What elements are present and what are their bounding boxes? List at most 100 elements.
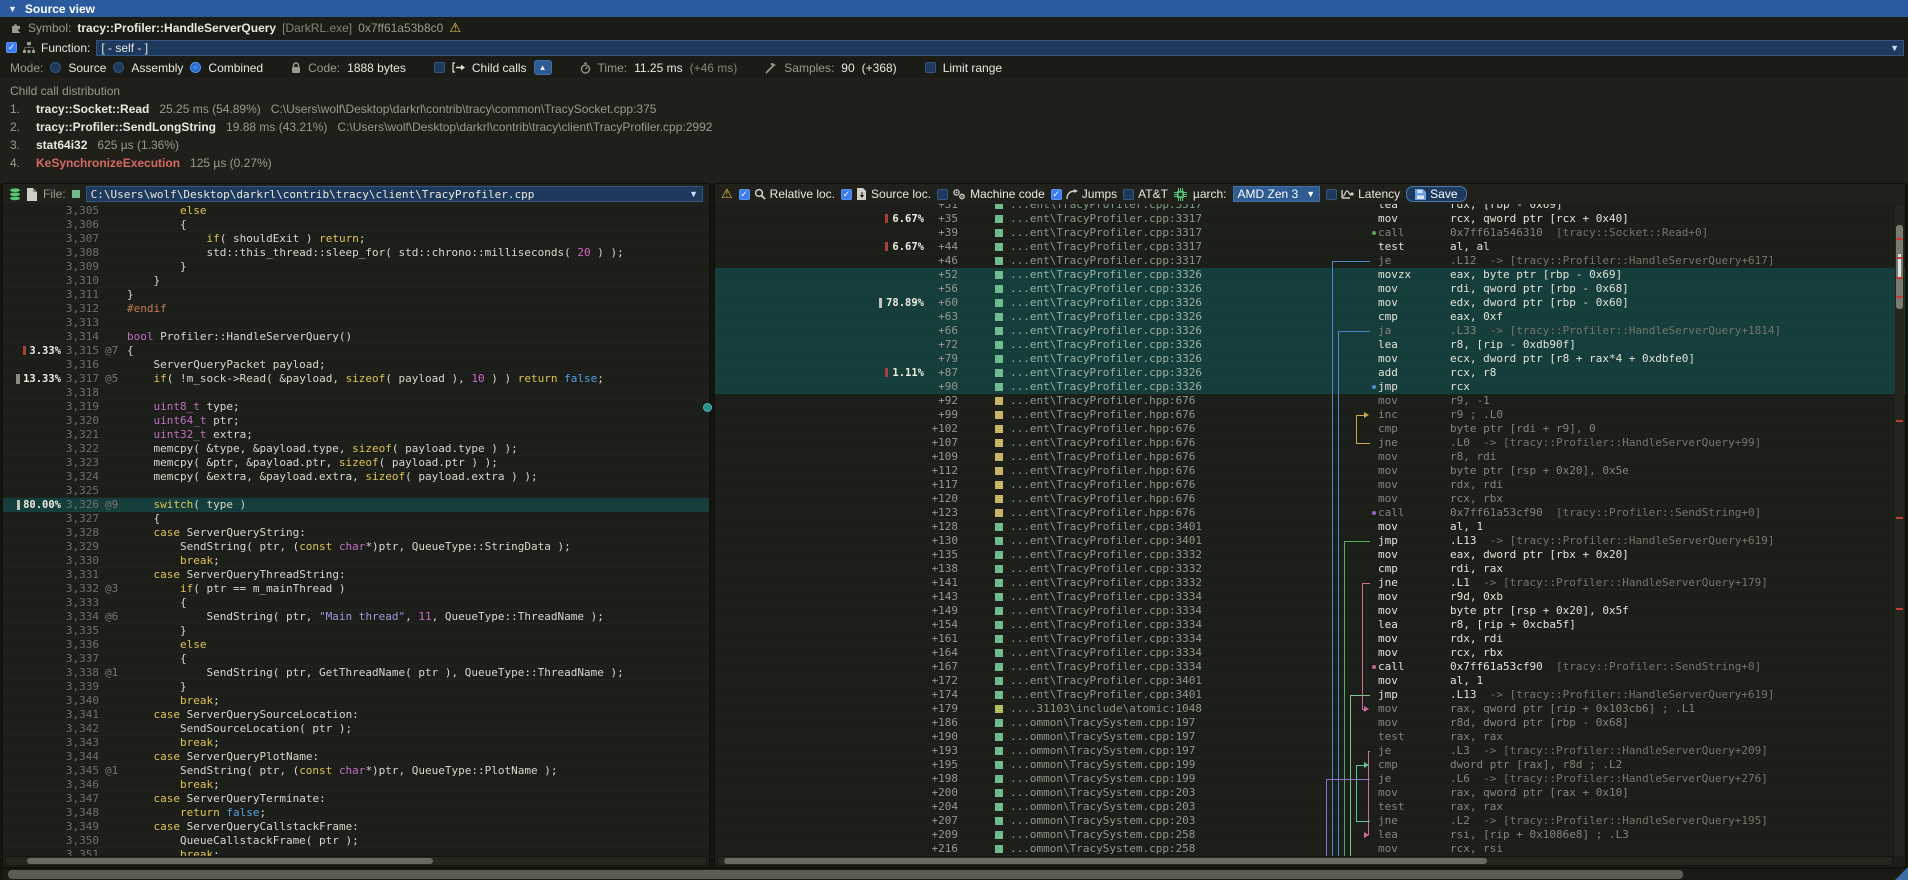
asm-source-location[interactable]: ....31103\include\atomic:1048: [1010, 702, 1240, 716]
source-line[interactable]: 3,341 case ServerQuerySourceLocation:: [3, 708, 709, 722]
source-line[interactable]: 3,323 memcpy( &ptr, &payload.ptr, sizeof…: [3, 456, 709, 470]
radio-source-label[interactable]: Source: [68, 61, 106, 75]
asm-source-location[interactable]: ...ent\TracyProfiler.cpp:3401: [1010, 534, 1240, 548]
asm-instruction-row[interactable]: +107...ent\TracyProfiler.hpp:676jne.L0 -…: [715, 436, 1905, 450]
source-line[interactable]: 3,310 }: [3, 274, 709, 288]
asm-source-location[interactable]: ...ommon\TracySystem.cpp:197: [1010, 716, 1240, 730]
asm-instruction-row[interactable]: +190...ommon\TracySystem.cpp:197testrax,…: [715, 730, 1905, 744]
child-calls-checkbox[interactable]: [434, 62, 445, 73]
asm-instruction-row[interactable]: +92...ent\TracyProfiler.hpp:676movr9, -1: [715, 394, 1905, 408]
asm-instruction-row[interactable]: +128...ent\TracyProfiler.cpp:3401moval, …: [715, 520, 1905, 534]
source-line[interactable]: 80.00%3,326@9 switch( type ): [3, 498, 709, 512]
window-resize-grip[interactable]: [1895, 867, 1908, 880]
toggle-source-loc[interactable]: ✓ Source loc.: [841, 187, 931, 201]
assembly-hscrollbar[interactable]: [717, 856, 1893, 866]
source-line[interactable]: 3,325: [3, 484, 709, 498]
source-line[interactable]: 3,320 uint64_t ptr;: [3, 414, 709, 428]
asm-instruction-row[interactable]: +164...ent\TracyProfiler.cpp:3334movrcx,…: [715, 646, 1905, 660]
asm-instruction-row[interactable]: +102...ent\TracyProfiler.hpp:676cmpbyte …: [715, 422, 1905, 436]
source-line[interactable]: 3,321 uint32_t extra;: [3, 428, 709, 442]
source-line[interactable]: 3,345@1 SendString( ptr, (const char*)pt…: [3, 764, 709, 778]
source-line[interactable]: 3,333 {: [3, 596, 709, 610]
source-line[interactable]: 3,332@3 if( ptr == m_mainThread ): [3, 582, 709, 596]
asm-instruction-row[interactable]: 1.11%+87...ent\TracyProfiler.cpp:3326add…: [715, 366, 1905, 380]
child-calls-up-button[interactable]: ▲: [534, 60, 552, 75]
source-line[interactable]: 3,313: [3, 316, 709, 330]
asm-source-location[interactable]: ...ent\TracyProfiler.cpp:3326: [1010, 310, 1240, 324]
asm-source-location[interactable]: ...ent\TracyProfiler.cpp:3326: [1010, 296, 1240, 310]
asm-source-location[interactable]: ...ent\TracyProfiler.cpp:3317: [1010, 204, 1240, 212]
source-line[interactable]: 3,349 case ServerQueryCallstackFrame:: [3, 820, 709, 834]
source-hscrollbar[interactable]: [5, 856, 707, 866]
source-line[interactable]: 3,346 break;: [3, 778, 709, 792]
asm-source-location[interactable]: ...ent\TracyProfiler.cpp:3326: [1010, 380, 1240, 394]
asm-source-location[interactable]: ...ent\TracyProfiler.cpp:3317: [1010, 254, 1240, 268]
asm-source-location[interactable]: ...ommon\TracySystem.cpp:203: [1010, 786, 1240, 800]
source-line[interactable]: 3,331 case ServerQueryThreadString:: [3, 568, 709, 582]
asm-source-location[interactable]: ...ent\TracyProfiler.hpp:676: [1010, 450, 1240, 464]
source-line[interactable]: 3,329 SendString( ptr, (const char*)ptr,…: [3, 540, 709, 554]
pane-splitter-handle[interactable]: [703, 403, 712, 412]
source-line[interactable]: 3,307 if( shouldExit ) return;: [3, 232, 709, 246]
asm-source-location[interactable]: ...ent\TracyProfiler.cpp:3326: [1010, 324, 1240, 338]
source-line[interactable]: 3,305 else: [3, 204, 709, 218]
radio-assembly[interactable]: [113, 62, 124, 73]
asm-source-location[interactable]: ...ommon\TracySystem.cpp:199: [1010, 772, 1240, 786]
save-button[interactable]: Save: [1406, 186, 1466, 202]
asm-instruction-row[interactable]: +216...ommon\TracySystem.cpp:258movrcx, …: [715, 842, 1905, 856]
asm-source-location[interactable]: ...ent\TracyProfiler.cpp:3326: [1010, 366, 1240, 380]
chevron-down-icon[interactable]: ▼: [1884, 43, 1899, 53]
asm-source-location[interactable]: ...ent\TracyProfiler.cpp:3334: [1010, 660, 1240, 674]
function-checkbox[interactable]: ✓: [6, 42, 17, 53]
asm-source-location[interactable]: ...ent\TracyProfiler.cpp:3326: [1010, 268, 1240, 282]
source-line[interactable]: 3,338@1 SendString( ptr, GetThreadName( …: [3, 666, 709, 680]
source-line[interactable]: 3,328 case ServerQueryString:: [3, 526, 709, 540]
asm-source-location[interactable]: ...ent\TracyProfiler.cpp:3326: [1010, 338, 1240, 352]
source-line[interactable]: 3,312#endif: [3, 302, 709, 316]
asm-instruction-row[interactable]: +154...ent\TracyProfiler.cpp:3334lear8, …: [715, 618, 1905, 632]
asm-source-location[interactable]: ...ent\TracyProfiler.cpp:3401: [1010, 688, 1240, 702]
asm-instruction-row[interactable]: +200...ommon\TracySystem.cpp:203movrax, …: [715, 786, 1905, 800]
asm-instruction-row[interactable]: +161...ent\TracyProfiler.cpp:3334movrdx,…: [715, 632, 1905, 646]
asm-instruction-row[interactable]: +63...ent\TracyProfiler.cpp:3326cmpeax, …: [715, 310, 1905, 324]
asm-source-location[interactable]: ...ommon\TracySystem.cpp:203: [1010, 814, 1240, 828]
asm-instruction-row[interactable]: +179....31103\include\atomic:1048movrax,…: [715, 702, 1905, 716]
limit-range-checkbox[interactable]: [925, 62, 936, 73]
asm-instruction-row[interactable]: +112...ent\TracyProfiler.hpp:676movbyte …: [715, 464, 1905, 478]
asm-instruction-row[interactable]: +130...ent\TracyProfiler.cpp:3401jmp.L13…: [715, 534, 1905, 548]
asm-instruction-row[interactable]: 6.67%+44...ent\TracyProfiler.cpp:3317tes…: [715, 240, 1905, 254]
source-code-view[interactable]: 3,305 else3,306 {3,307 if( shouldExit ) …: [3, 204, 709, 858]
asm-source-location[interactable]: ...ent\TracyProfiler.hpp:676: [1010, 408, 1240, 422]
source-line[interactable]: 3,308 std::this_thread::sleep_for( std::…: [3, 246, 709, 260]
asm-instruction-row[interactable]: +109...ent\TracyProfiler.hpp:676movr8, r…: [715, 450, 1905, 464]
asm-instruction-row[interactable]: +167...ent\TracyProfiler.cpp:3334call0x7…: [715, 660, 1905, 674]
child-calls-label[interactable]: Child calls: [472, 61, 527, 75]
assembly-view[interactable]: +31...ent\TracyProfiler.cpp:3317leardx, …: [715, 204, 1905, 858]
asm-source-location[interactable]: ...ent\TracyProfiler.hpp:676: [1010, 492, 1240, 506]
asm-source-location[interactable]: ...ent\TracyProfiler.cpp:3332: [1010, 562, 1240, 576]
window-hscrollbar[interactable]: [2, 869, 1906, 880]
source-line[interactable]: 3,348 return false;: [3, 806, 709, 820]
uarch-combo[interactable]: AMD Zen 3 ▼: [1233, 186, 1321, 202]
toggle-machine-code[interactable]: Machine code: [937, 187, 1045, 201]
source-line[interactable]: 3,311}: [3, 288, 709, 302]
asm-source-location[interactable]: ...ommon\TracySystem.cpp:197: [1010, 744, 1240, 758]
asm-instruction-row[interactable]: +117...ent\TracyProfiler.hpp:676movrdx, …: [715, 478, 1905, 492]
source-line[interactable]: 13.33%3,317@5 if( !m_sock->Read( &payloa…: [3, 372, 709, 386]
asm-source-location[interactable]: ...ent\TracyProfiler.cpp:3326: [1010, 282, 1240, 296]
asm-instruction-row[interactable]: +120...ent\TracyProfiler.hpp:676movrcx, …: [715, 492, 1905, 506]
asm-source-location[interactable]: ...ent\TracyProfiler.cpp:3334: [1010, 618, 1240, 632]
radio-source[interactable]: [50, 62, 61, 73]
source-line[interactable]: 3,343 break;: [3, 736, 709, 750]
file-icon[interactable]: [27, 188, 37, 201]
child-call-item[interactable]: 2.tracy::Profiler::SendLongString19.88 m…: [10, 118, 1898, 136]
source-line[interactable]: 3,324 memcpy( &extra, &payload.extra, si…: [3, 470, 709, 484]
function-combo[interactable]: [ - self - ] ▼: [96, 40, 1904, 56]
asm-source-location[interactable]: ...ent\TracyProfiler.cpp:3334: [1010, 590, 1240, 604]
source-line[interactable]: 3,337 {: [3, 652, 709, 666]
asm-source-location[interactable]: ...ommon\TracySystem.cpp:258: [1010, 828, 1240, 842]
radio-assembly-label[interactable]: Assembly: [131, 61, 183, 75]
source-line[interactable]: 3,322 memcpy( &type, &payload.type, size…: [3, 442, 709, 456]
asm-source-location[interactable]: ...ent\TracyProfiler.hpp:676: [1010, 478, 1240, 492]
asm-instruction-row[interactable]: +172...ent\TracyProfiler.cpp:3401moval, …: [715, 674, 1905, 688]
